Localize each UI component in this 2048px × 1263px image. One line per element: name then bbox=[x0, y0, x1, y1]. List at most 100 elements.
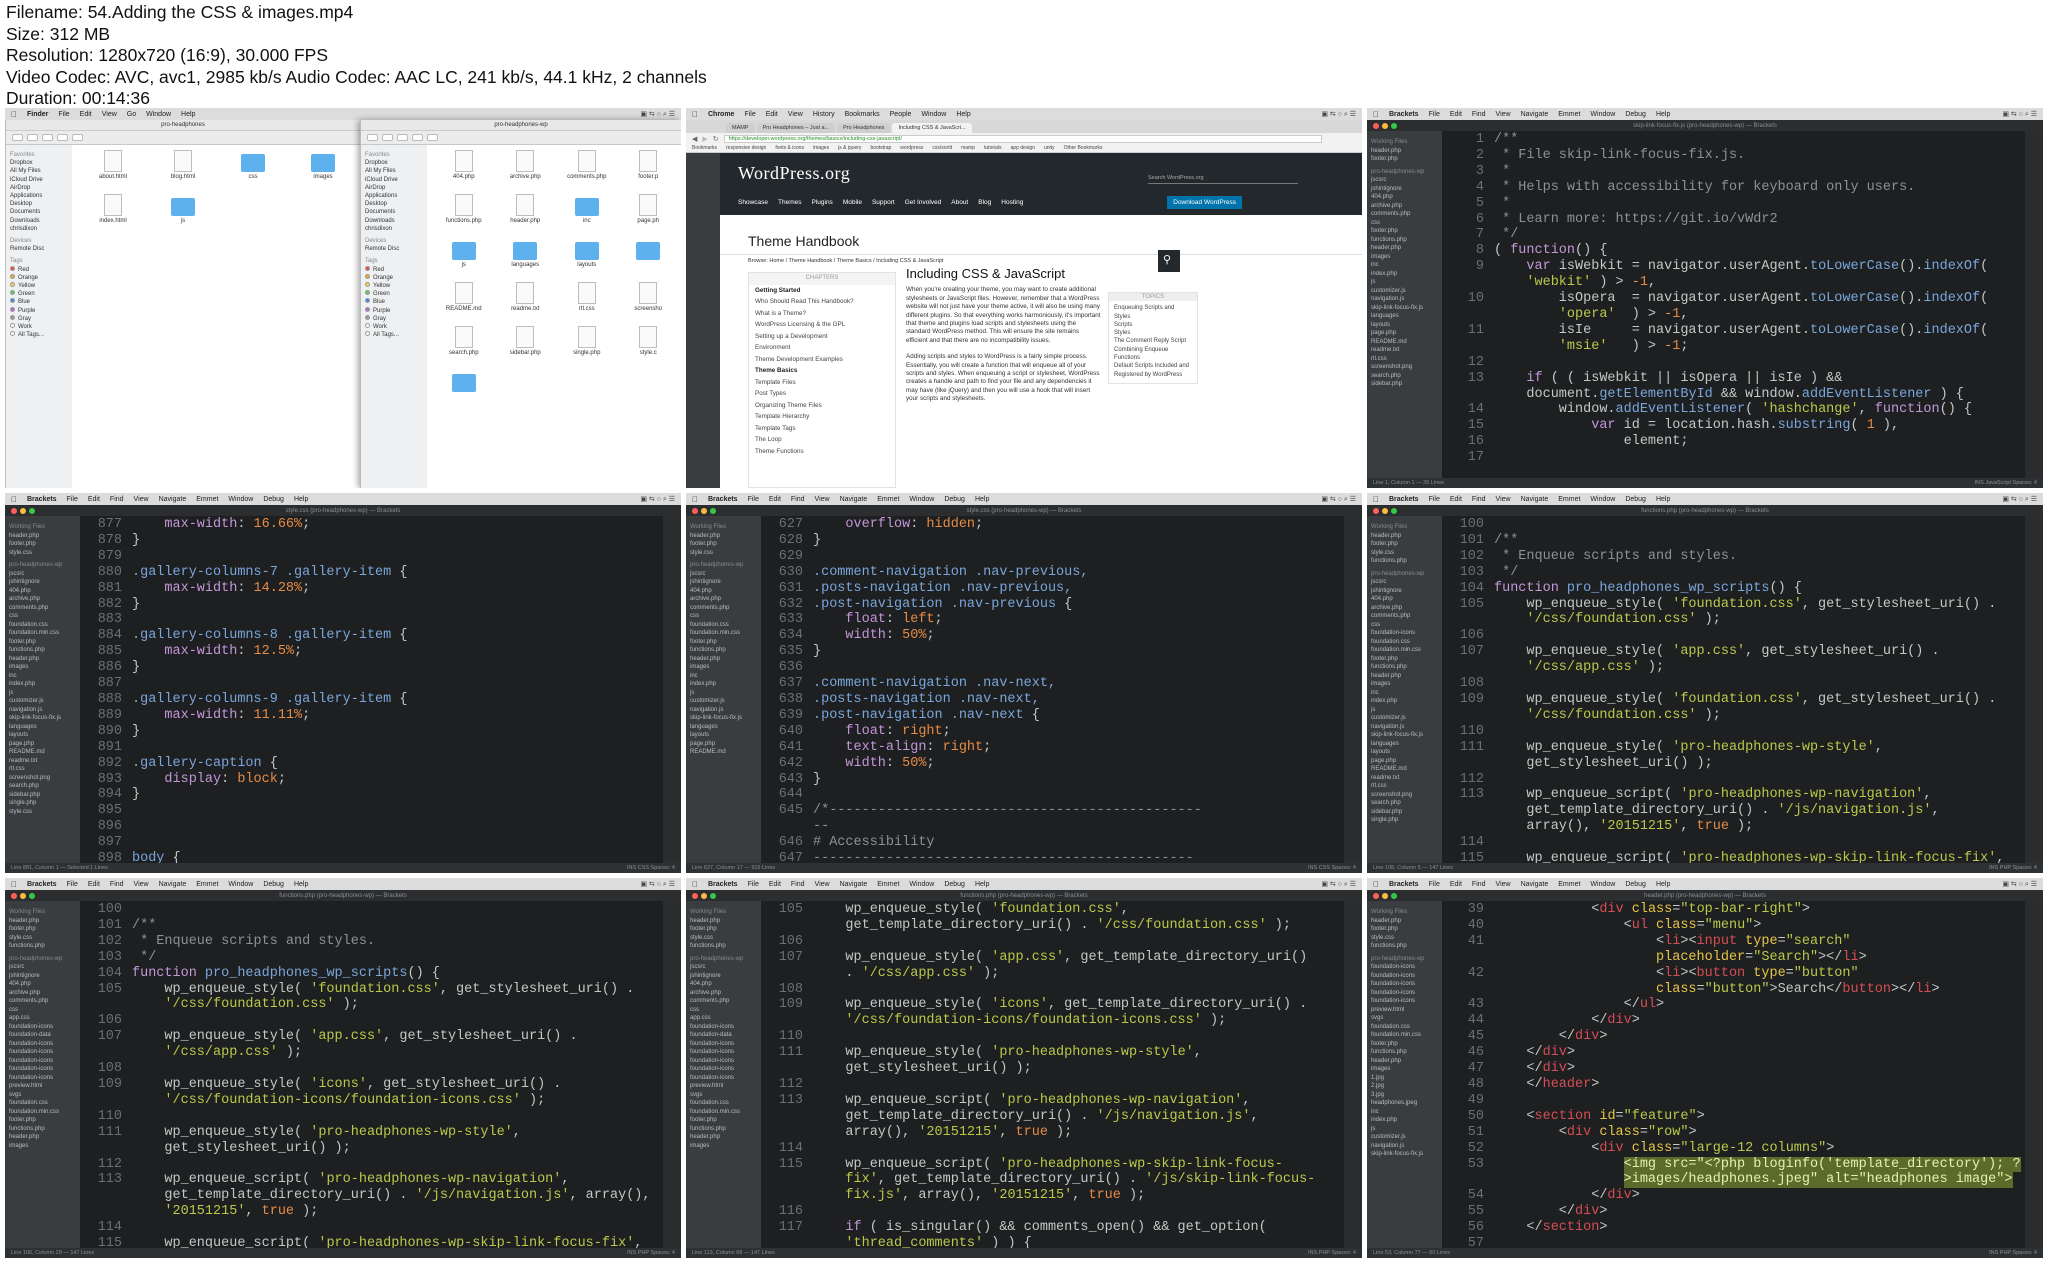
bookmark-item[interactable]: css/sortit bbox=[932, 145, 952, 151]
wordpress-nav-link[interactable]: Themes bbox=[778, 199, 801, 206]
sidebar-file[interactable]: footer.php bbox=[690, 1116, 757, 1125]
file-item[interactable]: comments.php bbox=[556, 150, 618, 194]
topic-link[interactable]: Enqueuing Scripts and Styles bbox=[1114, 304, 1192, 321]
sidebar-file[interactable]: README.md bbox=[1371, 338, 1438, 347]
bookmark-item[interactable]: unity bbox=[1044, 145, 1055, 151]
menu-item[interactable]: Window bbox=[909, 496, 934, 503]
sidebar-file[interactable]: customizer.js bbox=[1371, 714, 1438, 723]
sidebar-file[interactable]: languages bbox=[9, 723, 76, 732]
sidebar-item-tag[interactable]: Work bbox=[10, 323, 68, 331]
bookmark-item[interactable]: wordpress bbox=[900, 145, 923, 151]
menu-item[interactable]: View bbox=[134, 496, 149, 503]
sidebar-file[interactable]: comments.php bbox=[690, 604, 757, 613]
sidebar-file[interactable]: layouts bbox=[9, 731, 76, 740]
menu-item[interactable]: Debug bbox=[944, 496, 965, 503]
sidebar-file[interactable]: navigation.js bbox=[9, 706, 76, 715]
sidebar-file[interactable]: Working Files bbox=[1371, 908, 1438, 917]
sidebar-file[interactable]: page.php bbox=[1371, 329, 1438, 338]
menu-item[interactable]: Edit bbox=[88, 881, 100, 888]
code-editor[interactable]: 100 101/** 102 * Enqueue scripts and style… bbox=[1442, 516, 2025, 863]
menu-item[interactable]: View bbox=[1496, 881, 1511, 888]
close-icon[interactable] bbox=[11, 507, 17, 514]
sidebar-item-favorite[interactable]: AirDrop bbox=[365, 184, 423, 192]
sidebar-file[interactable]: pro-headphones-wp bbox=[9, 955, 76, 964]
sidebar-item-favorite[interactable]: Applications bbox=[365, 192, 423, 200]
bookmark-item[interactable]: mamp bbox=[961, 145, 975, 151]
menu-item[interactable]: Help bbox=[1656, 111, 1670, 118]
wordpress-nav-link[interactable]: Plugins bbox=[811, 199, 832, 206]
browser-tab[interactable]: MAMP bbox=[726, 123, 755, 133]
sidebar-file[interactable]: index.php bbox=[1371, 697, 1438, 706]
menu-item[interactable]: Window bbox=[921, 111, 946, 118]
menu-item[interactable]: Help bbox=[975, 496, 989, 503]
sidebar-file[interactable]: foundation.min.css bbox=[690, 629, 757, 638]
bookmark-item[interactable]: bootstrap bbox=[870, 145, 891, 151]
menu-item[interactable]: File bbox=[67, 881, 78, 888]
chapter-link[interactable]: WordPress Licensing & the GPL bbox=[755, 319, 889, 331]
sidebar-file[interactable]: 404.php bbox=[690, 980, 757, 989]
menu-item[interactable]: Window bbox=[1590, 111, 1615, 118]
sidebar-file[interactable]: 404.php bbox=[1371, 595, 1438, 604]
sidebar-item-favorite[interactable]: Dropbox bbox=[10, 159, 68, 167]
menu-item[interactable]: Emmet bbox=[877, 496, 899, 503]
sidebar-file[interactable]: style.css bbox=[1371, 934, 1438, 943]
menu-item[interactable]: Debug bbox=[263, 496, 284, 503]
sidebar-file[interactable]: preview.html bbox=[690, 1082, 757, 1091]
sidebar-file[interactable]: readme.txt bbox=[9, 757, 76, 766]
sidebar-file[interactable]: pro-headphones-wp bbox=[1371, 955, 1438, 964]
menu-item[interactable]: Brackets bbox=[27, 881, 57, 888]
file-item[interactable]: about.html bbox=[78, 150, 148, 194]
sidebar-file[interactable]: customizer.js bbox=[9, 697, 76, 706]
sidebar-file[interactable]: foundation-icons bbox=[1371, 972, 1438, 981]
sidebar-file[interactable]: skip-link-focus-fix.js bbox=[9, 714, 76, 723]
menu-item[interactable]: Help bbox=[956, 111, 970, 118]
close-icon[interactable] bbox=[11, 892, 17, 899]
code-editor[interactable]: 100 101/** 102 * Enqueue scripts and style… bbox=[80, 901, 663, 1248]
menu-item[interactable]: File bbox=[1429, 496, 1440, 503]
file-item[interactable]: 404.php bbox=[433, 150, 495, 194]
menu-item[interactable]: File bbox=[744, 111, 755, 118]
sidebar-item-tag[interactable]: Work bbox=[365, 323, 423, 331]
sidebar-file[interactable]: pro-headphones-wp bbox=[1371, 570, 1438, 579]
menu-item[interactable]: Finder bbox=[27, 111, 48, 118]
file-item[interactable]: README.md bbox=[433, 282, 495, 326]
sidebar-file[interactable]: inc bbox=[1371, 689, 1438, 698]
sidebar-file[interactable]: footer.php bbox=[1371, 540, 1438, 549]
chapter-link[interactable]: Theme Basics bbox=[755, 365, 889, 377]
sidebar-file[interactable]: search.php bbox=[1371, 799, 1438, 808]
sidebar-file[interactable]: js bbox=[9, 689, 76, 698]
sidebar-file[interactable]: Working Files bbox=[1371, 523, 1438, 532]
sidebar-file[interactable]: foundation-icons bbox=[9, 1065, 76, 1074]
menu-item[interactable]: Navigate bbox=[159, 881, 187, 888]
sidebar-file[interactable]: foundation.min.css bbox=[9, 1108, 76, 1117]
sidebar-item-tag[interactable]: Orange bbox=[365, 273, 423, 282]
sidebar-item-tag[interactable]: Blue bbox=[365, 298, 423, 306]
menu-item[interactable]: Window bbox=[228, 496, 253, 503]
download-wordpress-button[interactable]: Download WordPress bbox=[1167, 196, 1242, 209]
sidebar-file[interactable]: languages bbox=[690, 723, 757, 732]
sidebar-file[interactable]: images bbox=[690, 663, 757, 672]
file-item[interactable]: header.php bbox=[495, 194, 557, 238]
topic-link[interactable]: Styles bbox=[1114, 329, 1192, 337]
sidebar-file[interactable]: languages bbox=[1371, 740, 1438, 749]
sidebar-file[interactable]: foundation.css bbox=[1371, 638, 1438, 647]
chapter-link[interactable]: Getting Started bbox=[755, 285, 889, 297]
browser-tab[interactable]: Pro Headphones bbox=[837, 123, 891, 133]
menu-item[interactable]: Edit bbox=[1450, 111, 1462, 118]
bookmark-item[interactable]: Bookmarks bbox=[692, 145, 717, 151]
file-item[interactable]: page.ph bbox=[618, 194, 680, 238]
chapter-link[interactable]: Theme Functions bbox=[755, 446, 889, 458]
sidebar-file[interactable]: readme.txt bbox=[1371, 346, 1438, 355]
sidebar-file[interactable]: rtl.css bbox=[1371, 782, 1438, 791]
menu-item[interactable]: Brackets bbox=[27, 496, 57, 503]
close-icon[interactable] bbox=[1373, 892, 1379, 899]
apple-icon[interactable]:  bbox=[1373, 110, 1379, 119]
apple-icon[interactable]:  bbox=[11, 880, 17, 889]
apple-icon[interactable]:  bbox=[692, 495, 698, 504]
code-editor[interactable]: 627 overflow: hidden; 628} 629 630 .comment-… bbox=[761, 516, 1344, 863]
sidebar-item-tag[interactable]: Red bbox=[10, 265, 68, 274]
file-item[interactable]: functions.php bbox=[433, 194, 495, 238]
sidebar-file[interactable]: foundation.css bbox=[1371, 1023, 1438, 1032]
sidebar-file[interactable]: foundation-icons bbox=[1371, 997, 1438, 1006]
wordpress-nav-link[interactable]: Mobile bbox=[843, 199, 862, 206]
